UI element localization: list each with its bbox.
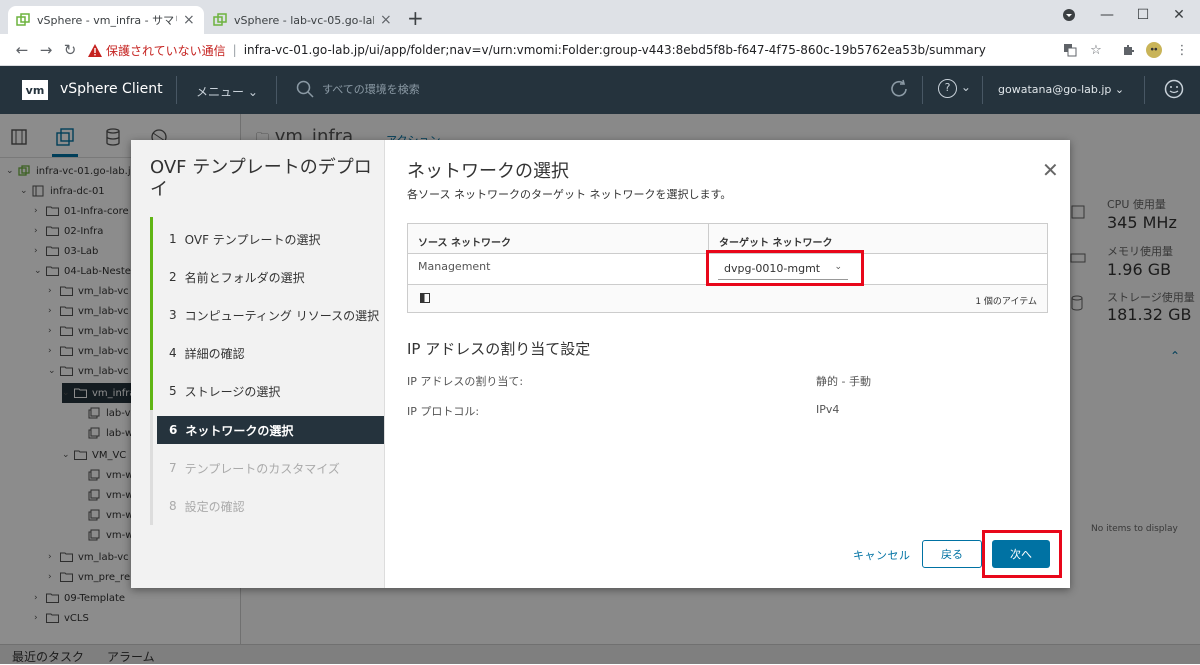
security-warning: 保護されていない通信 [106, 43, 226, 58]
vmware-logo: vm [22, 80, 48, 100]
ip-section-title: IP アドレスの割り当て設定 [407, 340, 591, 358]
warning-icon [88, 43, 102, 57]
item-count: 1 個のアイテム [975, 297, 1037, 307]
deploy-ovf-dialog: OVF テンプレートのデプロイ 1 OVF テンプレートの選択 2 名前とフォルダの… [131, 140, 1070, 588]
vsphere-favicon-icon [213, 13, 227, 27]
ip-allocation-label: IP アドレスの割り当て: [407, 375, 524, 388]
user-menu[interactable]: gowatana@go-lab.jp ⌄ [998, 83, 1124, 96]
cancel-button[interactable]: キャンセル [853, 547, 911, 563]
help-icon: ? [938, 79, 957, 98]
help-menu[interactable]: ? ⌄ [938, 79, 971, 98]
app-title: vSphere Client [60, 81, 163, 97]
browser-menu-icon[interactable]: ⋮ [1174, 42, 1190, 58]
tab-close-icon[interactable]: × [380, 12, 392, 28]
wizard-step-4[interactable]: 4 詳細の確認 [157, 339, 384, 367]
wizard-title: OVF テンプレートのデプロイ [150, 157, 372, 200]
back-arrow-icon[interactable]: ← [12, 40, 32, 60]
wizard-steps: OVF テンプレートのデプロイ 1 OVF テンプレートの選択 2 名前とフォルダの… [131, 140, 385, 588]
wizard-step-5[interactable]: 5 ストレージの選択 [157, 377, 384, 405]
bookmark-star-icon[interactable]: ☆ [1088, 42, 1104, 58]
close-icon[interactable]: ✕ [1042, 160, 1059, 180]
tab-close-icon[interactable]: × [183, 12, 195, 28]
feedback-smiley-icon[interactable] [1164, 79, 1184, 99]
wizard-content: ネットワークの選択 各ソース ネットワークのターゲット ネットワークを選択します… [385, 140, 1070, 588]
window-close-icon[interactable]: ✕ [1160, 0, 1198, 30]
back-button[interactable]: 戻る [922, 540, 982, 568]
reload-icon[interactable]: ↻ [60, 40, 80, 60]
profile-avatar[interactable] [1146, 42, 1162, 58]
wizard-step-6-current[interactable]: 6 ネットワークの選択 [157, 416, 384, 444]
url-text: infra-vc-01.go-lab.jp/ui/app/folder;nav=… [243, 43, 986, 57]
column-toggle-icon[interactable] [420, 293, 430, 303]
browser-toolbar: ← → ↻ 保護されていない通信 | infra-vc-01.go-lab.jp… [0, 34, 1200, 66]
source-network-cell: Management [418, 260, 491, 273]
browser-tab-inactive[interactable]: vSphere - lab-vc-05.go-lab.jp - サ × [205, 6, 401, 34]
ip-protocol-value: IPv4 [816, 403, 840, 416]
tab-title: vSphere - lab-vc-05.go-lab.jp - サ [234, 14, 374, 27]
page-subtitle: 各ソース ネットワークのターゲット ネットワークを選択します。 [407, 188, 732, 201]
wizard-step-2[interactable]: 2 名前とフォルダの選択 [157, 263, 384, 291]
tab-title: vSphere - vm_infra - サマリ [37, 14, 177, 27]
translate-icon[interactable] [1062, 42, 1078, 58]
vsphere-header: vm vSphere Client メニュー ⌄ すべての環境を検索 ? ⌄ g… [0, 66, 1200, 114]
search-icon [296, 80, 314, 98]
ip-protocol-label: IP プロトコル: [407, 405, 480, 418]
profile-dropdown-icon[interactable] [1050, 0, 1088, 30]
wizard-step-1[interactable]: 1 OVF テンプレートの選択 [157, 225, 384, 253]
column-header-source: ソース ネットワーク [418, 238, 511, 249]
grid-footer: 1 個のアイテム [408, 284, 1047, 312]
highlight-box-next-button [982, 530, 1062, 578]
main-menu[interactable]: メニュー ⌄ [196, 83, 258, 100]
maximize-icon[interactable]: ☐ [1124, 0, 1162, 30]
new-tab-icon[interactable]: + [407, 8, 424, 28]
wizard-step-7: 7 テンプレートのカスタマイズ [169, 461, 340, 476]
ip-allocation-value: 静的 - 手動 [816, 375, 871, 388]
browser-tab-strip: vSphere - vm_infra - サマリ × vSphere - lab… [0, 0, 1200, 34]
wizard-step-8: 8 設定の確認 [169, 499, 245, 514]
highlight-box-target-network [706, 250, 864, 286]
global-search[interactable]: すべての環境を検索 [296, 80, 420, 98]
vsphere-favicon-icon [16, 13, 30, 27]
extensions-icon[interactable] [1120, 42, 1136, 58]
wizard-step-3[interactable]: 3 コンピューティング リソースの選択 [157, 301, 384, 329]
browser-tab-active[interactable]: vSphere - vm_infra - サマリ × [8, 6, 204, 34]
forward-arrow-icon[interactable]: → [36, 40, 56, 60]
refresh-icon[interactable] [888, 78, 910, 100]
page-title: ネットワークの選択 [407, 161, 569, 182]
minimize-icon[interactable]: — [1088, 0, 1126, 30]
address-bar[interactable]: 保護されていない通信 | infra-vc-01.go-lab.jp/ui/ap… [88, 38, 1048, 62]
column-header-target: ターゲット ネットワーク [719, 238, 833, 249]
